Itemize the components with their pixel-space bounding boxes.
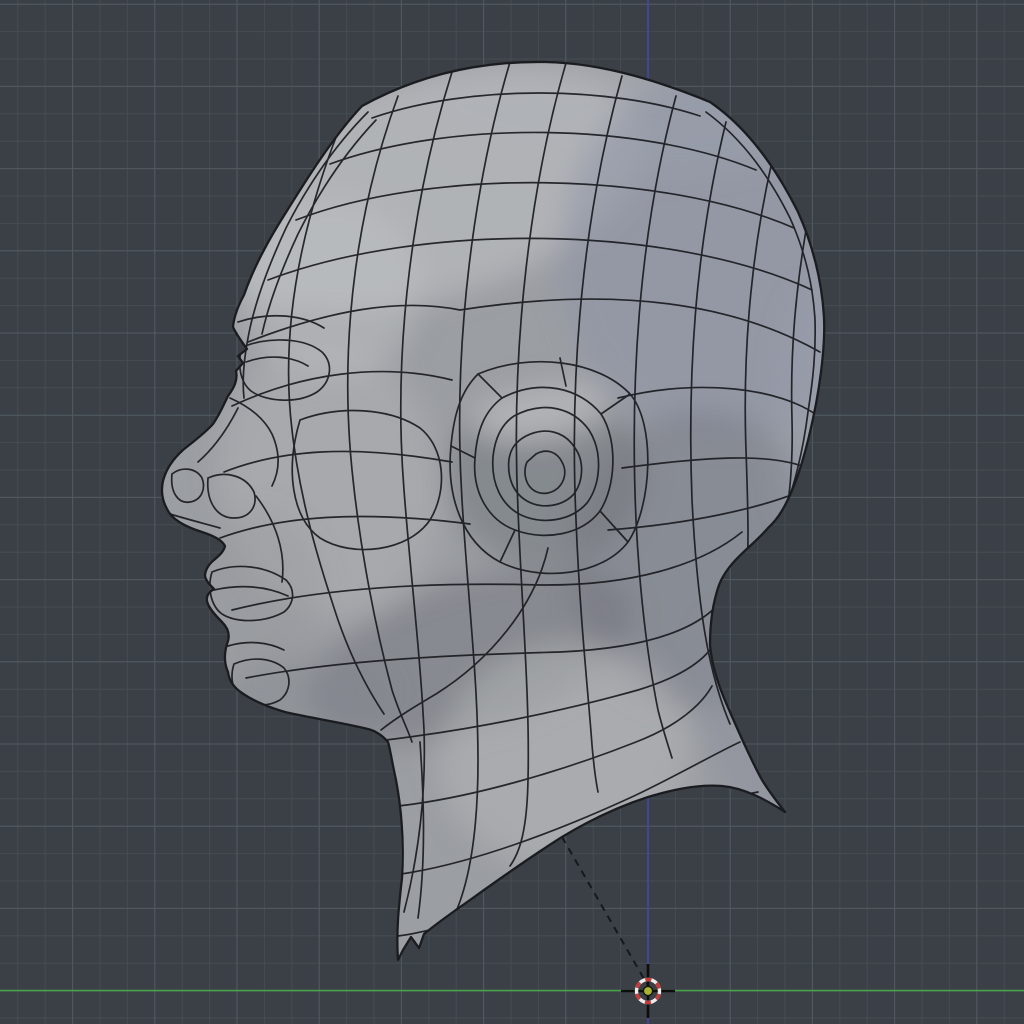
cursor-center-dot: [642, 985, 654, 997]
blender-3d-viewport[interactable]: [0, 0, 1024, 1024]
viewport-canvas[interactable]: [0, 0, 1024, 1024]
